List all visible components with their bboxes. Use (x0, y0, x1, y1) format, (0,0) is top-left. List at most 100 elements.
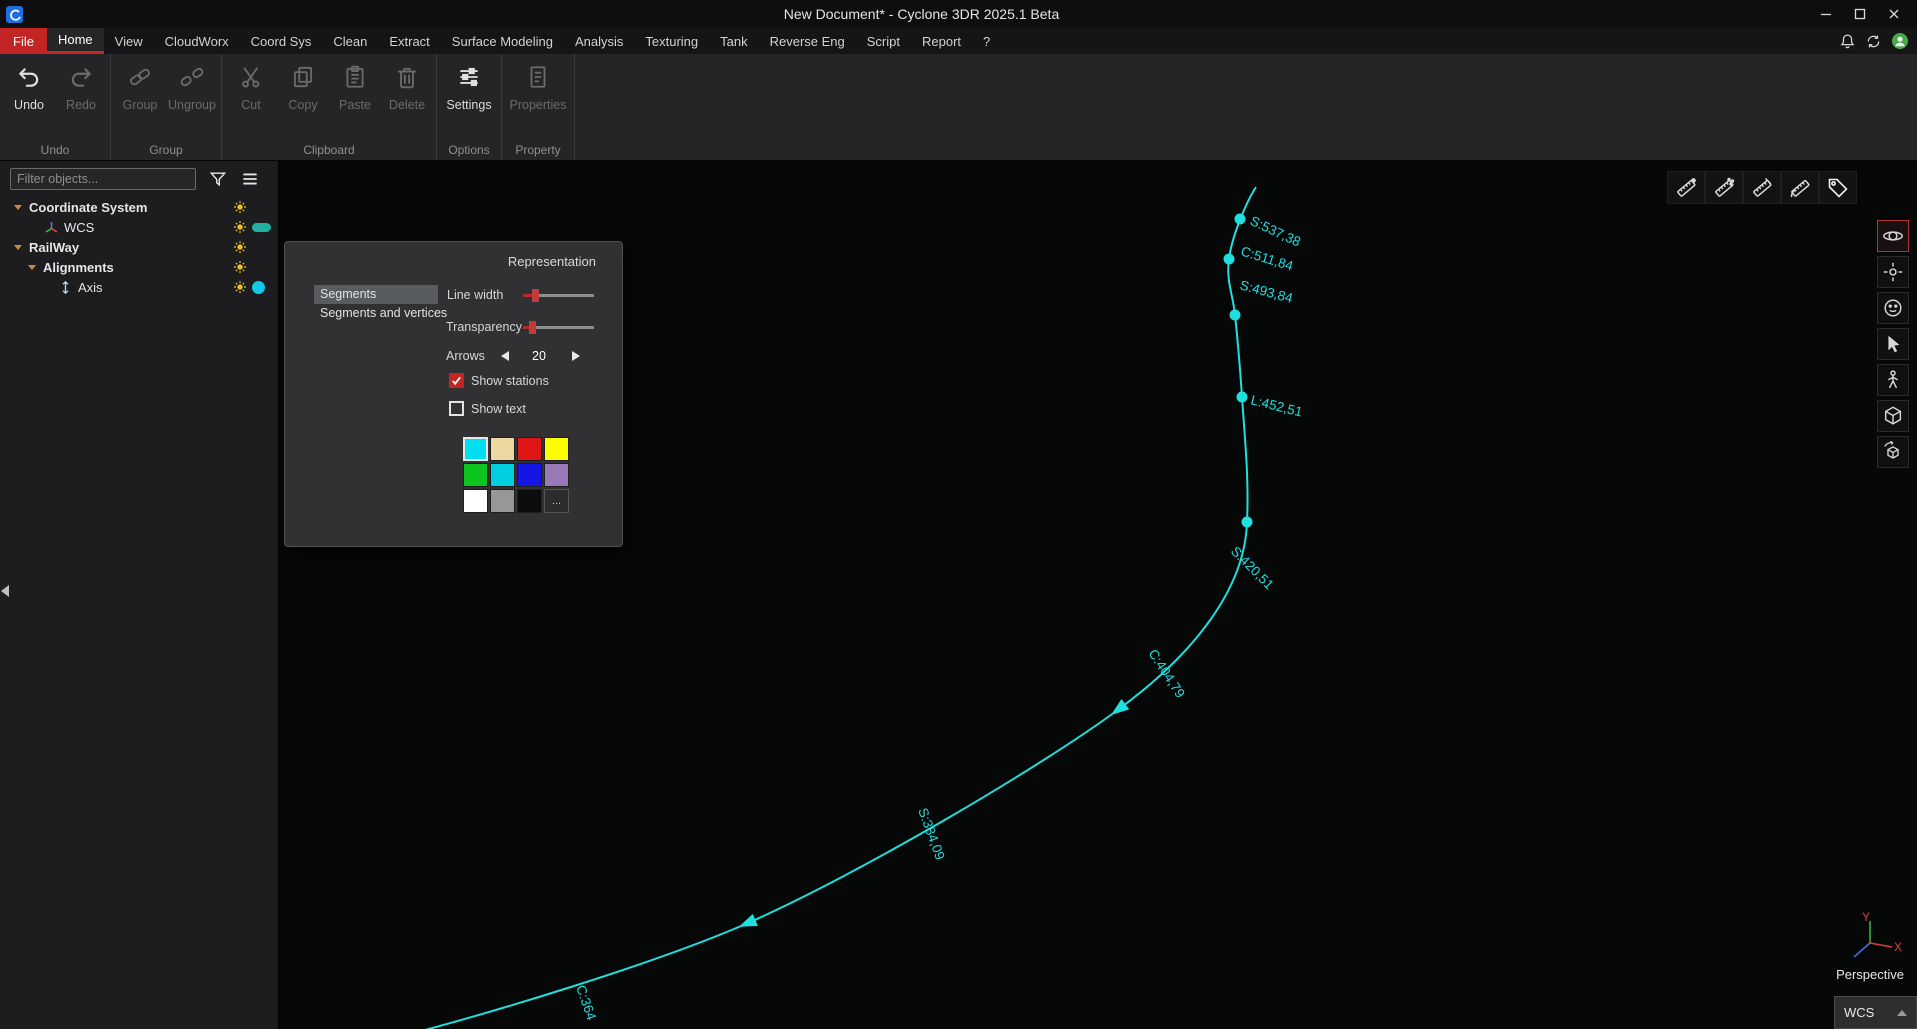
visibility-sun-icon[interactable] (233, 220, 247, 234)
view-mode-label[interactable]: Perspective (1836, 967, 1904, 982)
color-swatch[interactable] (517, 489, 542, 513)
ribbon-group-group: Group Ungroup Group (111, 54, 222, 160)
station-label: C:364 (573, 983, 599, 1022)
axis-triad[interactable]: Y X (1838, 909, 1902, 973)
menu-item-cloudworx[interactable]: CloudWorx (154, 28, 240, 54)
menu-item-coord-sys[interactable]: Coord Sys (240, 28, 323, 54)
paste-button[interactable]: Paste (329, 54, 381, 140)
visibility-sun-icon[interactable] (233, 200, 247, 214)
cut-button[interactable]: Cut (225, 54, 277, 140)
line-width-slider[interactable] (523, 289, 594, 302)
color-swatch[interactable] (490, 489, 515, 513)
rotate-view-button[interactable] (1877, 436, 1909, 468)
funnel-filter-icon[interactable] (208, 169, 228, 189)
measure-distance-button[interactable] (1743, 171, 1781, 204)
ungroup-button[interactable]: Ungroup (166, 54, 218, 140)
undo-button[interactable]: Undo (3, 54, 55, 140)
window-controls (1809, 0, 1911, 28)
color-swatch[interactable] (544, 437, 569, 461)
mode-segments[interactable]: Segments (314, 285, 438, 304)
settings-button[interactable]: Settings (440, 54, 498, 140)
hamburger-menu-icon[interactable] (240, 169, 260, 189)
more-colors-button[interactable]: ... (544, 489, 569, 513)
menu-item-surface-modeling[interactable]: Surface Modeling (441, 28, 564, 54)
maximize-button[interactable] (1843, 0, 1877, 28)
walk-mode-button[interactable] (1877, 364, 1909, 396)
minimize-button[interactable] (1809, 0, 1843, 28)
menu-item-texturing[interactable]: Texturing (634, 28, 709, 54)
center-tool-button[interactable] (1877, 256, 1909, 288)
label-tool-button[interactable] (1819, 171, 1857, 204)
mode-segments-and-vertices[interactable]: Segments and vertices (314, 304, 438, 323)
filter-objects-input[interactable] (10, 168, 196, 190)
representation-dialog: Representation Segments Segments and ver… (284, 241, 623, 547)
menu-item-tank[interactable]: Tank (709, 28, 758, 54)
chevron-down-icon[interactable] (14, 245, 22, 250)
color-swatch[interactable] (544, 463, 569, 487)
select-tool-button[interactable] (1877, 328, 1909, 360)
user-avatar[interactable] (1891, 32, 1909, 50)
arrows-decrease-button[interactable] (501, 351, 509, 361)
bell-icon[interactable] (1839, 33, 1856, 50)
color-swatch[interactable] (517, 463, 542, 487)
color-swatch[interactable] (463, 463, 488, 487)
show-stations-checkbox[interactable] (449, 373, 464, 388)
chevron-down-icon[interactable] (28, 265, 36, 270)
menu-item-reverse-eng[interactable]: Reverse Eng (759, 28, 856, 54)
menu-item-file[interactable]: File (0, 28, 47, 54)
menu-item-view[interactable]: View (104, 28, 154, 54)
color-swatch[interactable] (463, 489, 488, 513)
arrows-value: 20 (522, 349, 556, 363)
tree-item-coordinate-system[interactable]: Coordinate System (0, 197, 278, 217)
tree-item-railway[interactable]: RailWay (0, 237, 278, 257)
wcs-active-toggle[interactable] (252, 223, 271, 232)
transparency-slider[interactable] (523, 321, 594, 334)
measure-point-button[interactable] (1667, 171, 1705, 204)
coordinate-system-selector[interactable]: WCS (1834, 996, 1917, 1029)
button-label: Settings (446, 98, 491, 112)
arrows-increase-button[interactable] (572, 351, 580, 361)
color-swatch[interactable] (517, 437, 542, 461)
tree-item-axis[interactable]: Axis (0, 277, 278, 297)
color-swatch[interactable] (490, 463, 515, 487)
measure-angle-button[interactable] (1781, 171, 1819, 204)
measure-cloud-button[interactable] (1705, 171, 1743, 204)
ribbon-group-property: Properties Property (502, 54, 575, 160)
axis-color-dot[interactable] (252, 281, 265, 294)
color-swatch[interactable] (490, 437, 515, 461)
visibility-sun-icon[interactable] (233, 260, 247, 274)
explorer-toolbar (0, 161, 278, 194)
tree-item-label: WCS (64, 220, 94, 235)
menu-item-analysis[interactable]: Analysis (564, 28, 634, 54)
chevron-down-icon[interactable] (14, 205, 22, 210)
viewport-3d[interactable]: S:537,38C:511,84S:493,84L:452,51S:420,51… (279, 161, 1917, 1029)
button-label: Delete (389, 98, 425, 112)
properties-button[interactable]: Properties (505, 54, 571, 140)
visibility-sun-icon[interactable] (233, 240, 247, 254)
close-icon (1886, 6, 1902, 22)
visibility-sun-icon[interactable] (233, 280, 247, 294)
orbit-tool-button[interactable] (1877, 220, 1909, 252)
tree-item-alignments[interactable]: Alignments (0, 257, 278, 277)
menu-item-home[interactable]: Home (47, 28, 104, 54)
menu-item-report[interactable]: Report (911, 28, 972, 54)
examine-tool-button[interactable] (1877, 292, 1909, 324)
tree-item-wcs[interactable]: WCS (0, 217, 278, 237)
delete-button[interactable]: Delete (381, 54, 433, 140)
cube-view-button[interactable] (1877, 400, 1909, 432)
menu-item-extract[interactable]: Extract (378, 28, 440, 54)
close-button[interactable] (1877, 0, 1911, 28)
menu-item-[interactable]: ? (972, 28, 1001, 54)
menu-item-script[interactable]: Script (856, 28, 911, 54)
redo-button[interactable]: Redo (55, 54, 107, 140)
copy-button[interactable]: Copy (277, 54, 329, 140)
show-text-checkbox[interactable] (449, 401, 464, 416)
app-icon[interactable] (6, 6, 23, 23)
axis-y-label: Y (1862, 910, 1870, 924)
sync-icon[interactable] (1865, 33, 1882, 50)
color-swatch[interactable] (463, 437, 488, 461)
group-button[interactable]: Group (114, 54, 166, 140)
menu-item-clean[interactable]: Clean (322, 28, 378, 54)
panel-collapse-handle[interactable] (1, 585, 9, 597)
measure-toolbar (1667, 171, 1857, 204)
